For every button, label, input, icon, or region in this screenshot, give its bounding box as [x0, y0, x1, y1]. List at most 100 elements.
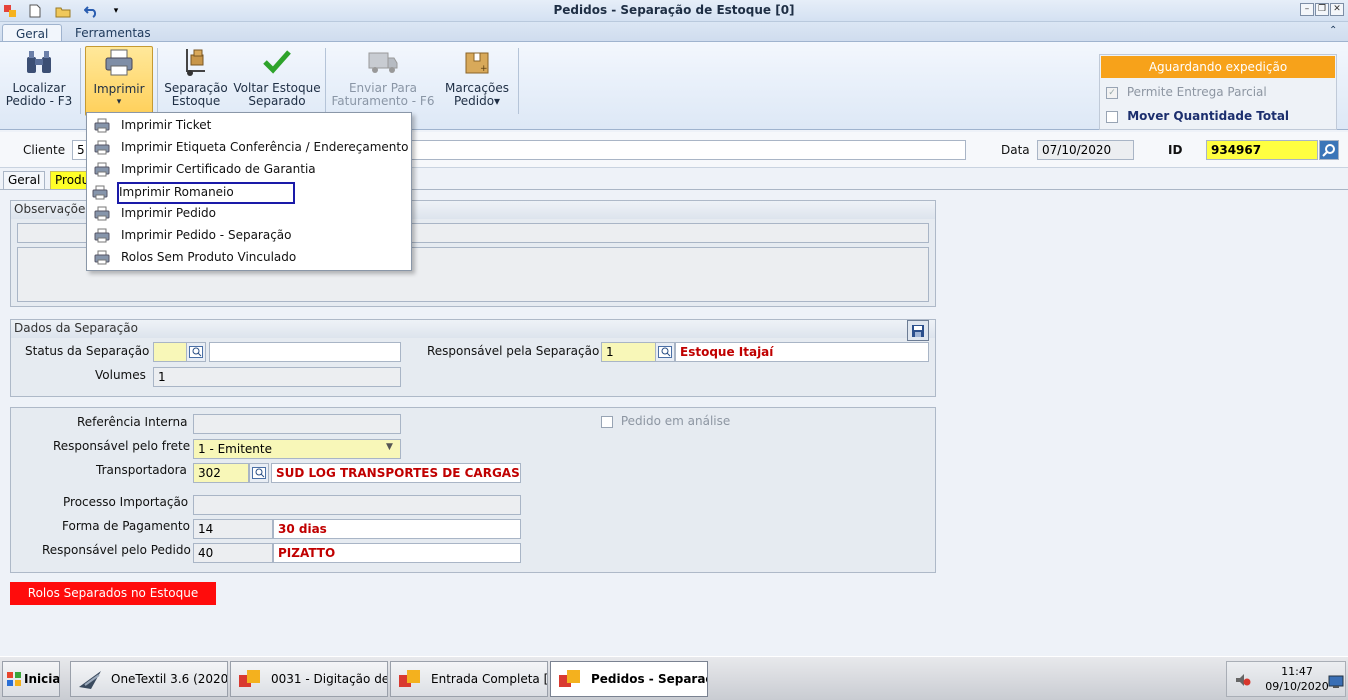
enviar-label-2: Faturamento - F6 [331, 94, 435, 108]
responsavel-frete-label: Responsável pelo frete [53, 439, 191, 453]
transportadora-label: Transportadora [96, 463, 187, 477]
pedido-analise-row[interactable]: Pedido em análise [601, 414, 730, 428]
frete-pagamento-group: Referência Interna Pedido em análise Res… [10, 407, 936, 573]
processo-importacao-label: Processo Importação [63, 495, 189, 509]
rolos-separados-button[interactable]: Rolos Separados no Estoque [10, 582, 216, 605]
menu-item-imprimir-pedido[interactable]: Imprimir Pedido [89, 203, 409, 225]
marcacoes-label-2: Pedido▾ [453, 94, 501, 108]
tab-geral-content[interactable]: Geral [3, 171, 46, 189]
transportadora-code-field[interactable]: 302 [193, 463, 249, 483]
search-icon [1322, 144, 1335, 157]
status-lookup-button[interactable] [186, 342, 206, 362]
mover-quantidade-row[interactable]: Mover Quantidade Total [1106, 109, 1289, 123]
menu-item-imprimir-certificado[interactable]: Imprimir Certificado de Garantia [89, 159, 409, 181]
ribbon-tab-bar: Geral Ferramentas ⌃ [0, 22, 1348, 43]
ribbon-separator [80, 48, 81, 114]
responsavel-separacao-code-field[interactable]: 1 [601, 342, 657, 362]
referencia-interna-field[interactable] [193, 414, 401, 434]
floppy-disk-icon [912, 324, 924, 337]
data-field[interactable]: 07/10/2020 [1037, 140, 1134, 160]
transportadora-name-field[interactable]: SUD LOG TRANSPORTES DE CARGAS L [271, 463, 521, 483]
imprimir-menu: Imprimir Ticket Imprimir Etiqueta Confer… [86, 112, 412, 271]
taskbar-item-label: Entrada Completa [0] [431, 672, 548, 686]
permite-entrega-parcial-row[interactable]: ✓ Permite Entrega Parcial [1106, 85, 1267, 99]
transportadora-lookup-button[interactable] [249, 463, 269, 483]
binoculars-icon [22, 46, 56, 78]
forma-pagamento-code-field[interactable]: 14 [193, 519, 273, 539]
taskbar-item-label: OneTextil 3.6 (2020) ... [111, 672, 228, 686]
data-label: Data [1001, 143, 1030, 157]
responsavel-frete-select[interactable]: 1 - Emitente [193, 439, 401, 459]
lookup-icon [252, 467, 266, 479]
forma-pagamento-name-field[interactable]: 30 dias [273, 519, 521, 539]
checkmark-icon [260, 46, 294, 78]
status-separacao-code-field[interactable] [153, 342, 187, 362]
lookup-icon [189, 346, 203, 358]
taskbar-item-pedidos[interactable]: Pedidos - Separaç... [550, 661, 708, 697]
responsavel-separacao-name-field[interactable]: Estoque Itajaí [675, 342, 929, 362]
enviar-faturamento-button[interactable]: Enviar Para Faturamento - F6 [330, 46, 436, 112]
printer-icon [102, 47, 136, 79]
menu-item-imprimir-romaneio[interactable]: Imprimir Romaneio [92, 182, 295, 204]
printer-icon [94, 118, 110, 133]
start-button[interactable]: Iniciar [2, 661, 60, 697]
taskbar-item-label: Pedidos - Separaç... [591, 672, 707, 686]
show-desktop-icon[interactable] [1328, 675, 1344, 689]
restore-button[interactable]: ❐ [1315, 3, 1329, 16]
taskbar-item-onetextil[interactable]: OneTextil 3.6 (2020) ... [70, 661, 228, 697]
separacao-estoque-button[interactable]: Separação Estoque [162, 46, 230, 112]
permite-entrega-label: Permite Entrega Parcial [1126, 85, 1267, 99]
status-badge: Aguardando expedição [1101, 56, 1335, 78]
menu-item-label: Imprimir Ticket [121, 118, 212, 132]
menu-item-imprimir-etiqueta[interactable]: Imprimir Etiqueta Conferência / Endereça… [89, 137, 409, 159]
close-button[interactable]: ✕ [1330, 3, 1344, 16]
ribbon-separator [518, 48, 519, 114]
pedido-analise-checkbox[interactable] [601, 415, 613, 428]
responsavel-lookup-button[interactable] [655, 342, 675, 362]
menu-item-label: Imprimir Romaneio [119, 185, 234, 199]
id-field[interactable]: 934967 [1206, 140, 1318, 160]
status-separacao-desc-field[interactable] [209, 342, 401, 362]
menu-item-label: Imprimir Pedido [121, 206, 216, 220]
taskbar-item-label: 0031 - Digitação de R... [271, 672, 388, 686]
menu-item-imprimir-ticket[interactable]: Imprimir Ticket [89, 115, 409, 137]
responsavel-pedido-code-field[interactable]: 40 [193, 543, 273, 563]
forma-pagamento-label: Forma de Pagamento [62, 519, 190, 533]
hand-truck-icon [179, 46, 213, 78]
localizar-pedido-button[interactable]: Localizar Pedido - F3 [4, 46, 74, 112]
permite-entrega-checkbox[interactable]: ✓ [1106, 86, 1118, 99]
volumes-field[interactable]: 1 [153, 367, 401, 387]
start-label: Iniciar [24, 672, 60, 686]
responsavel-pedido-label: Responsável pelo Pedido [42, 543, 191, 557]
processo-importacao-field[interactable] [193, 495, 521, 515]
id-label: ID [1168, 143, 1183, 157]
voltar-label-2: Separado [248, 94, 306, 108]
dados-separacao-title: Dados da Separação [11, 320, 935, 338]
responsavel-frete-value: 1 - Emitente [198, 442, 272, 456]
pedido-analise-label: Pedido em análise [620, 414, 731, 428]
collapse-ribbon-icon[interactable]: ⌃ [1329, 25, 1337, 36]
save-separacao-button[interactable] [907, 320, 929, 341]
menu-item-imprimir-pedido-separacao[interactable]: Imprimir Pedido - Separação [89, 225, 409, 247]
printer-icon [92, 185, 108, 200]
minimize-button[interactable]: – [1300, 3, 1314, 16]
marcacoes-pedido-button[interactable]: + Marcações Pedido▾ [441, 46, 513, 112]
taskbar: Iniciar OneTextil 3.6 (2020) ... 0031 - … [0, 656, 1348, 700]
responsavel-pedido-name-field[interactable]: PIZATTO [273, 543, 521, 563]
menu-item-rolos-sem-produto[interactable]: Rolos Sem Produto Vinculado [89, 247, 409, 269]
speaker-muted-icon[interactable] [1235, 673, 1251, 687]
imprimir-dropdown-arrow: ▾ [116, 97, 122, 107]
mover-quantidade-checkbox[interactable] [1106, 110, 1118, 123]
voltar-estoque-button[interactable]: Voltar Estoque Separado [233, 46, 321, 112]
taskbar-item-entrada[interactable]: Entrada Completa [0] [390, 661, 548, 697]
localizar-label-2: Pedido - F3 [5, 94, 73, 108]
chevron-down-icon[interactable]: ▼ [386, 442, 393, 452]
taskbar-item-digitacao[interactable]: 0031 - Digitação de R... [230, 661, 388, 697]
menu-item-label: Imprimir Pedido - Separação [121, 228, 292, 242]
id-search-button[interactable] [1319, 140, 1339, 160]
clock-date: 09/10/2020 [1265, 680, 1329, 693]
imprimir-button[interactable]: Imprimir ▾ [85, 46, 153, 116]
printer-icon [94, 206, 110, 221]
menu-item-label: Imprimir Etiqueta Conferência / Endereça… [121, 140, 409, 154]
printer-icon [94, 140, 110, 155]
